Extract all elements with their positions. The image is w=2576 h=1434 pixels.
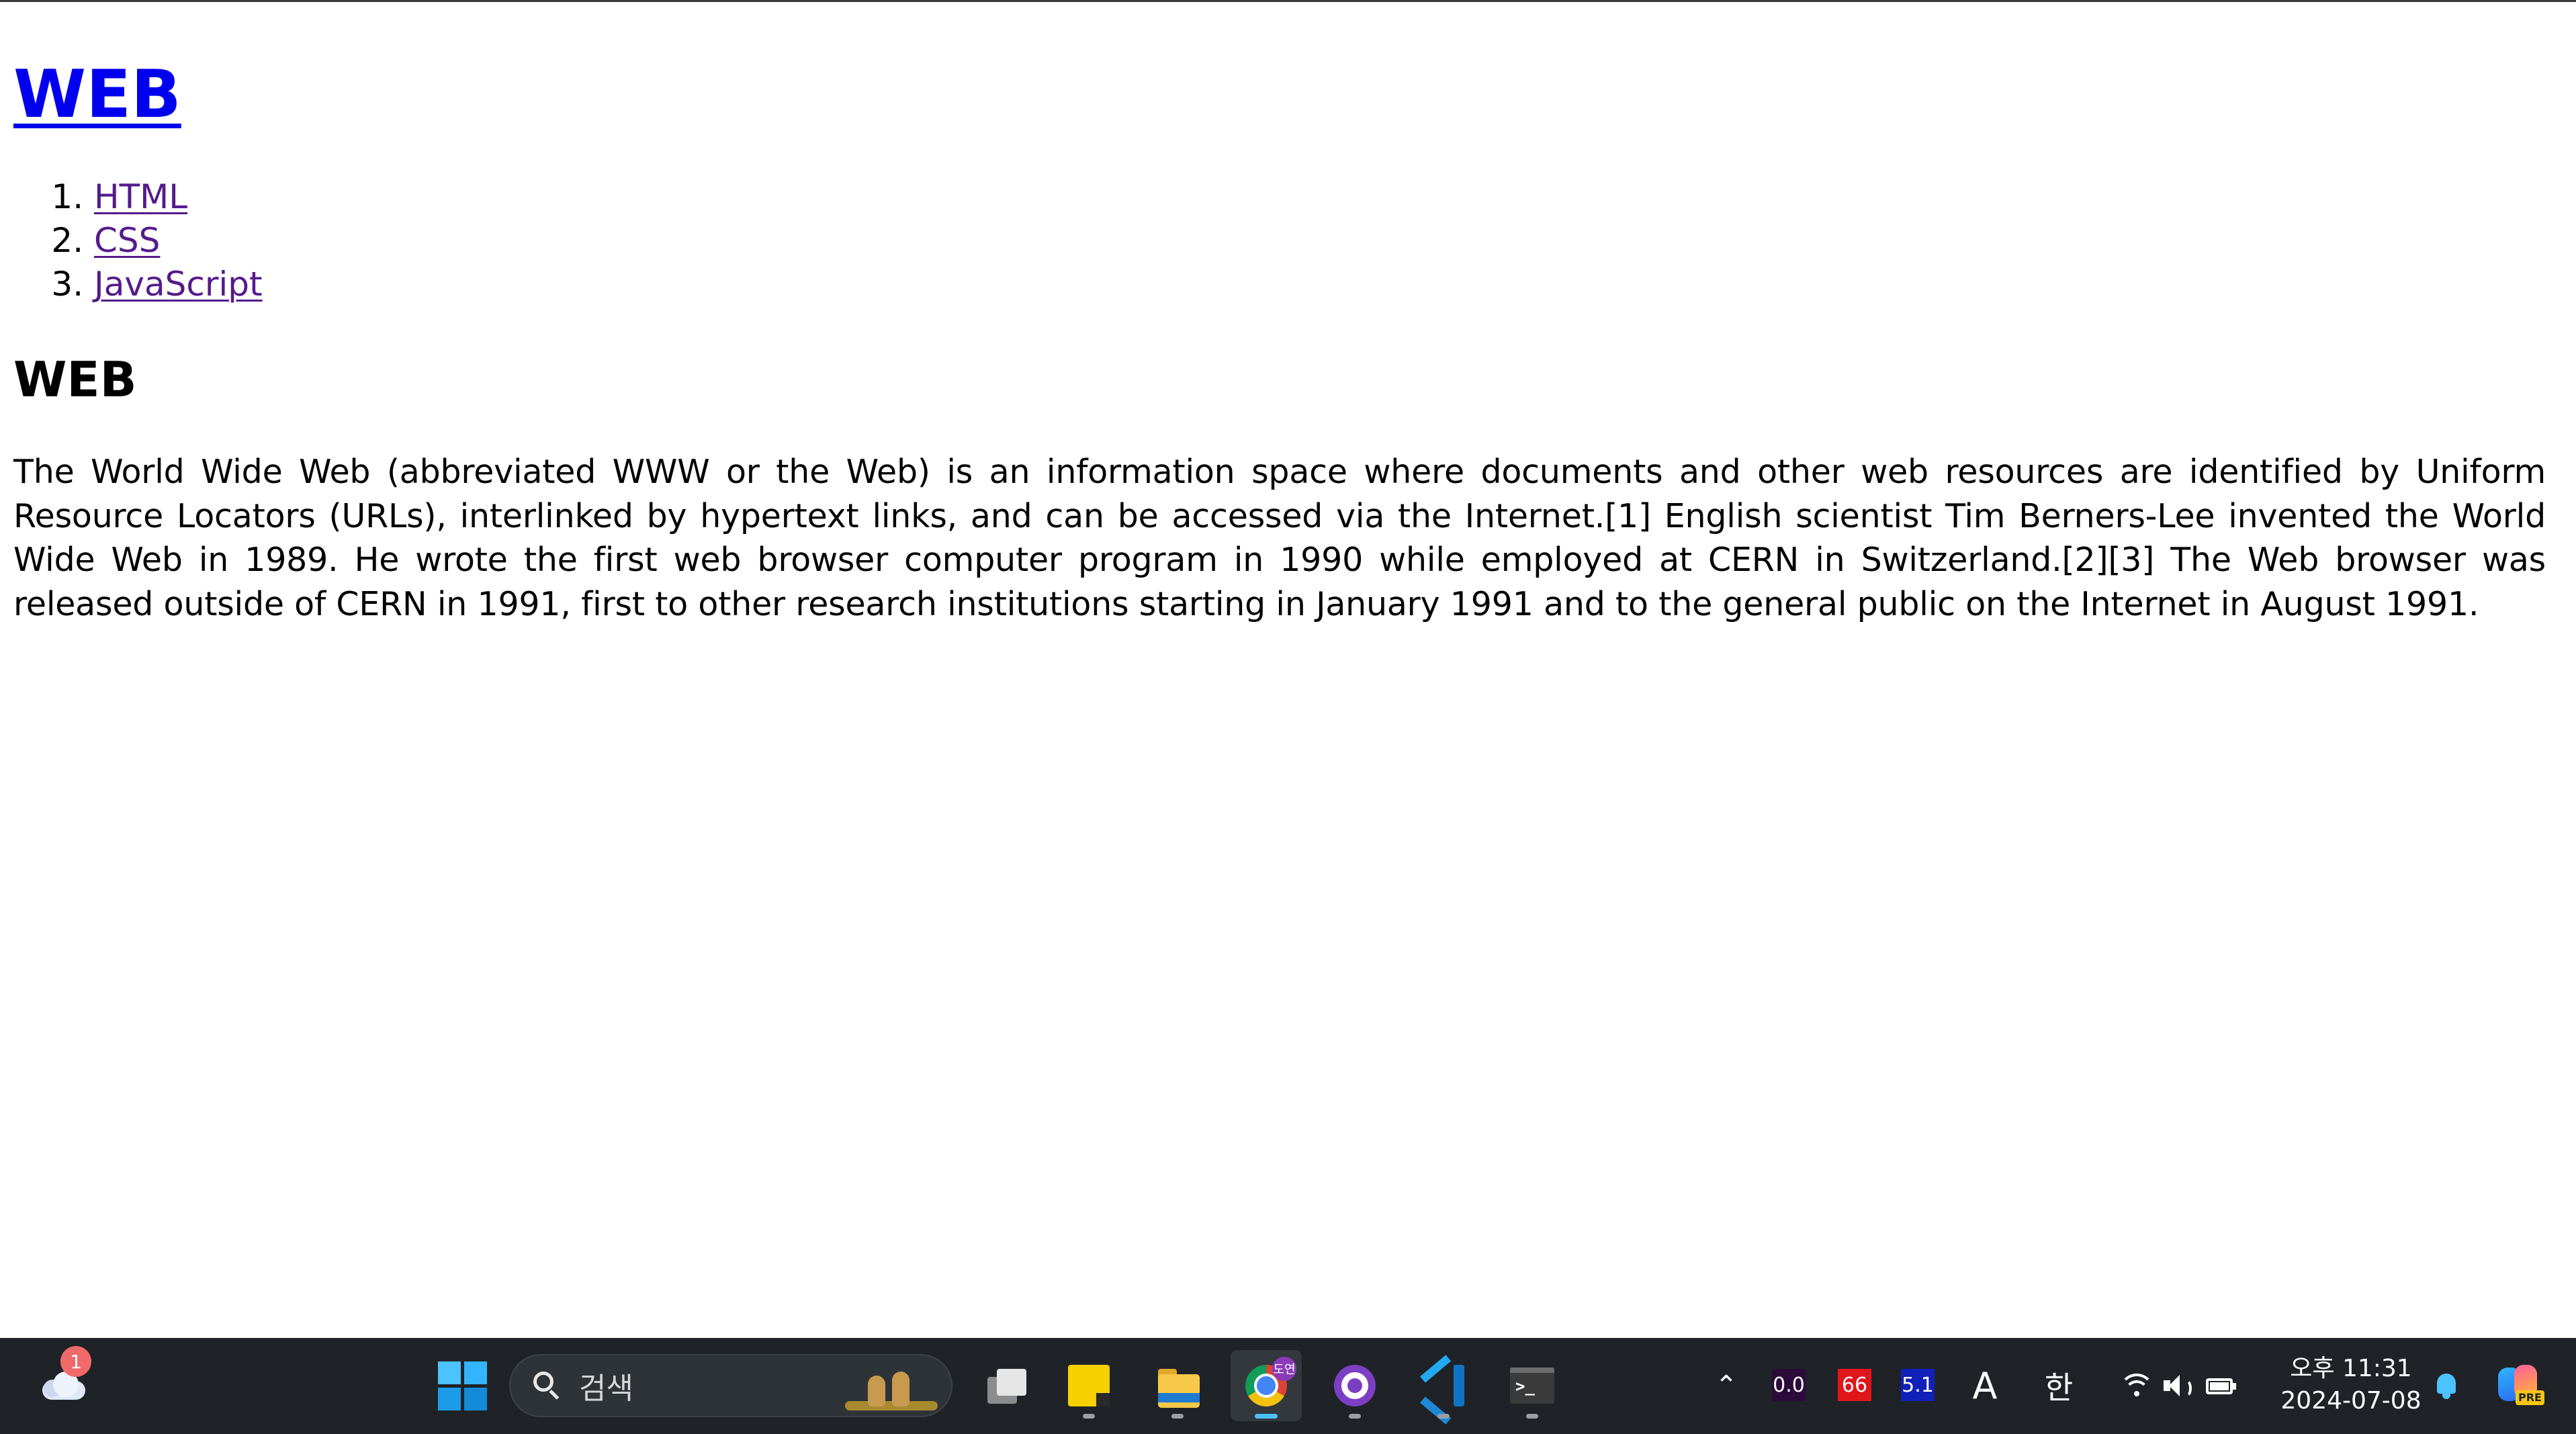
windows-logo-icon — [437, 1361, 487, 1410]
show-hidden-icons-button[interactable]: ⌃ — [1699, 1350, 1753, 1421]
file-explorer-button[interactable] — [1142, 1350, 1213, 1421]
running-indicator — [1437, 1414, 1450, 1419]
wifi-icon — [2119, 1374, 2154, 1398]
nav-link-html[interactable]: HTML — [94, 177, 187, 216]
search-highlight-illustration — [841, 1362, 942, 1412]
chrome-button[interactable]: 도연 — [1231, 1350, 1302, 1421]
active-indicator — [1255, 1414, 1278, 1419]
quick-settings-button[interactable] — [2116, 1350, 2244, 1421]
nav-link-javascript[interactable]: JavaScript — [94, 265, 263, 304]
nav-list: HTML CSS JavaScript — [13, 175, 263, 306]
site-title: WEB — [13, 54, 181, 135]
chrome-profile-badge: 도연 — [1272, 1357, 1296, 1381]
article-paragraph: The World Wide Web (abbreviated WWW or t… — [13, 453, 2546, 623]
copilot-icon: PRE — [2495, 1363, 2544, 1408]
ram-usage-indicator[interactable]: 66 — [1838, 1369, 1871, 1401]
section-title: WEB — [13, 351, 137, 408]
search-icon — [531, 1369, 564, 1402]
taskbar: 1 검색 도연 >_ ⌃ 0.0 66 5.1 A 한 오후 11:31 202… — [0, 1338, 2576, 1434]
nav-link-css[interactable]: CSS — [94, 221, 160, 260]
bell-icon — [2434, 1372, 2458, 1399]
gpu-usage-indicator[interactable]: 5.1 — [1901, 1369, 1935, 1401]
nav-item: HTML — [94, 175, 263, 219]
running-indicator — [1526, 1414, 1538, 1419]
running-indicator — [1083, 1414, 1095, 1419]
weather-notification-badge: 1 — [60, 1346, 91, 1377]
sticky-notes-button[interactable] — [1053, 1350, 1124, 1421]
input-language-indicator[interactable]: 한 — [2039, 1350, 2079, 1421]
start-button[interactable] — [427, 1350, 498, 1421]
sticky-notes-icon — [1068, 1365, 1110, 1406]
copilot-preview-badge: PRE — [2516, 1390, 2544, 1405]
nav-item: JavaScript — [94, 263, 263, 306]
file-explorer-icon — [1158, 1374, 1200, 1408]
search-placeholder: 검색 — [579, 1372, 633, 1406]
github-desktop-icon — [1334, 1365, 1376, 1406]
battery-icon — [2203, 1376, 2238, 1396]
chevron-up-icon: ⌃ — [1715, 1370, 1738, 1401]
browser-viewport: WEB HTML CSS JavaScript WEB The World Wi… — [0, 0, 2576, 1338]
copilot-button[interactable]: PRE — [2485, 1350, 2552, 1421]
clock-date: 2024-07-08 — [2280, 1387, 2422, 1415]
running-indicator — [1349, 1414, 1361, 1419]
terminal-button[interactable]: >_ — [1497, 1350, 1568, 1421]
vscode-button[interactable] — [1408, 1350, 1479, 1425]
site-title-link[interactable]: WEB — [13, 56, 181, 133]
input-mode-indicator[interactable]: A — [1965, 1350, 2005, 1421]
taskbar-search[interactable]: 검색 — [509, 1354, 952, 1417]
terminal-icon: >_ — [1510, 1368, 1554, 1404]
task-view-button[interactable] — [967, 1350, 1038, 1421]
notifications-button[interactable] — [2426, 1350, 2467, 1421]
cpu-usage-indicator[interactable]: 0.0 — [1772, 1369, 1806, 1401]
clock[interactable]: 오후 11:31 2024-07-08 — [2270, 1353, 2432, 1420]
vscode-icon — [1420, 1355, 1464, 1425]
volume-icon — [2162, 1374, 2193, 1398]
github-desktop-button[interactable] — [1319, 1350, 1390, 1421]
clock-time: 오후 11:31 — [2290, 1355, 2412, 1382]
running-indicator — [1171, 1414, 1184, 1419]
nav-item: CSS — [94, 219, 263, 263]
